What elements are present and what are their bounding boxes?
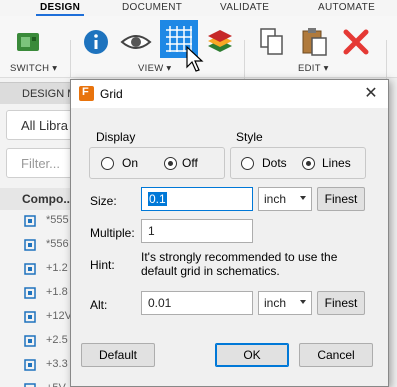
grid-dialog: Grid ✕ Display On Off Style Dots Lines S…	[70, 79, 389, 387]
size-input-value: 0.1	[148, 192, 167, 206]
alt-input-value: 0.01	[148, 296, 172, 310]
component-row[interactable]: *555	[0, 210, 80, 232]
tab-document[interactable]: DOCUMENT	[122, 2, 182, 13]
components-header-label: Compo...	[22, 192, 74, 206]
library-combo-value: All Libra	[21, 118, 68, 133]
ribbon-group-switch[interactable]: SWITCH ▾	[10, 63, 57, 74]
component-label: +3.3	[46, 358, 68, 370]
component-label: *555	[46, 214, 69, 226]
default-button[interactable]: Default	[81, 343, 155, 367]
size-input[interactable]: 0.1	[141, 187, 253, 211]
hint-text: It's strongly recommended to use the def…	[141, 250, 381, 278]
hint-line-1: It's strongly recommended to use the	[141, 250, 338, 264]
ribbon-group-view[interactable]: VIEW ▾	[138, 63, 172, 74]
info-icon[interactable]	[82, 28, 110, 56]
app-tab-bar: DESIGN DOCUMENT VALIDATE AUTOMATE	[0, 0, 397, 16]
component-label: +12V	[46, 310, 72, 322]
component-row[interactable]: +1.8	[0, 282, 80, 304]
dialog-titlebar[interactable]: Grid ✕	[71, 80, 388, 108]
close-icon[interactable]: ✕	[361, 84, 381, 104]
hint-label: Hint:	[90, 258, 115, 272]
tab-automate[interactable]: AUTOMATE	[318, 2, 375, 13]
size-label: Size:	[90, 194, 117, 208]
component-icon	[24, 359, 36, 371]
component-icon	[24, 311, 36, 323]
alt-input[interactable]: 0.01	[141, 291, 253, 315]
dialog-title: Grid	[100, 87, 123, 101]
component-label: +5V	[46, 382, 66, 387]
component-label: +1.8	[46, 286, 68, 298]
switch-icon[interactable]	[14, 28, 42, 56]
component-icon	[24, 215, 36, 227]
alt-label: Alt:	[90, 298, 108, 312]
display-off-radio[interactable]	[164, 157, 177, 170]
tab-validate[interactable]: VALIDATE	[220, 2, 269, 13]
library-combo[interactable]: All Libra	[6, 110, 80, 140]
size-finest-button[interactable]: Finest	[317, 187, 365, 211]
component-icon	[24, 383, 36, 387]
component-label: *556	[46, 238, 69, 250]
display-on-label[interactable]: On	[122, 156, 138, 170]
chevron-down-icon	[300, 300, 306, 304]
ribbon-group-edit[interactable]: EDIT ▾	[298, 63, 329, 74]
app-logo-icon	[79, 86, 94, 101]
copy-icon[interactable]	[258, 26, 286, 58]
component-icon	[24, 239, 36, 251]
style-label: Style	[236, 130, 263, 144]
display-label: Display	[96, 130, 136, 144]
size-unit-value: inch	[264, 192, 287, 206]
component-icon	[24, 335, 36, 347]
component-icon	[24, 287, 36, 299]
paste-icon[interactable]	[300, 26, 330, 58]
multiple-input-value: 1	[148, 224, 155, 238]
component-row[interactable]: +2.5	[0, 330, 80, 352]
alt-unit-value: inch	[264, 296, 287, 310]
ok-button[interactable]: OK	[215, 343, 289, 367]
multiple-input[interactable]: 1	[141, 219, 253, 243]
filter-placeholder: Filter...	[21, 156, 61, 171]
tab-design[interactable]: DESIGN	[35, 2, 85, 16]
component-row[interactable]: +12V	[0, 306, 80, 328]
component-row[interactable]: +1.2	[0, 258, 80, 280]
mouse-cursor-icon	[186, 45, 204, 72]
style-dots-radio[interactable]	[241, 157, 254, 170]
component-row[interactable]: *556	[0, 234, 80, 256]
hint-line-2: default grid in schematics.	[141, 264, 280, 278]
display-off-label[interactable]: Off	[182, 156, 198, 170]
side-tab-design-manager[interactable]: DESIGN M	[0, 82, 80, 104]
alt-unit-select[interactable]: inch	[258, 291, 312, 315]
component-label: +2.5	[46, 334, 68, 346]
component-row[interactable]: +3.3	[0, 354, 80, 376]
display-on-radio[interactable]	[101, 157, 114, 170]
component-row[interactable]: +5V	[0, 378, 80, 387]
component-label: +1.2	[46, 262, 68, 274]
style-dots-label[interactable]: Dots	[262, 156, 287, 170]
chevron-down-icon	[300, 196, 306, 200]
style-lines-radio[interactable]	[302, 157, 315, 170]
size-unit-select[interactable]: inch	[258, 187, 312, 211]
filter-input[interactable]: Filter...	[6, 148, 80, 178]
delete-icon[interactable]	[342, 28, 370, 56]
side-tab-label: DESIGN M	[22, 88, 77, 100]
style-lines-label[interactable]: Lines	[322, 156, 351, 170]
components-header[interactable]: Compo...	[0, 188, 80, 210]
alt-finest-button[interactable]: Finest	[317, 291, 365, 315]
layers-icon[interactable]	[204, 26, 236, 56]
cancel-button[interactable]: Cancel	[299, 343, 373, 367]
component-icon	[24, 263, 36, 275]
eye-icon[interactable]	[120, 28, 152, 56]
multiple-label: Multiple:	[90, 226, 135, 240]
